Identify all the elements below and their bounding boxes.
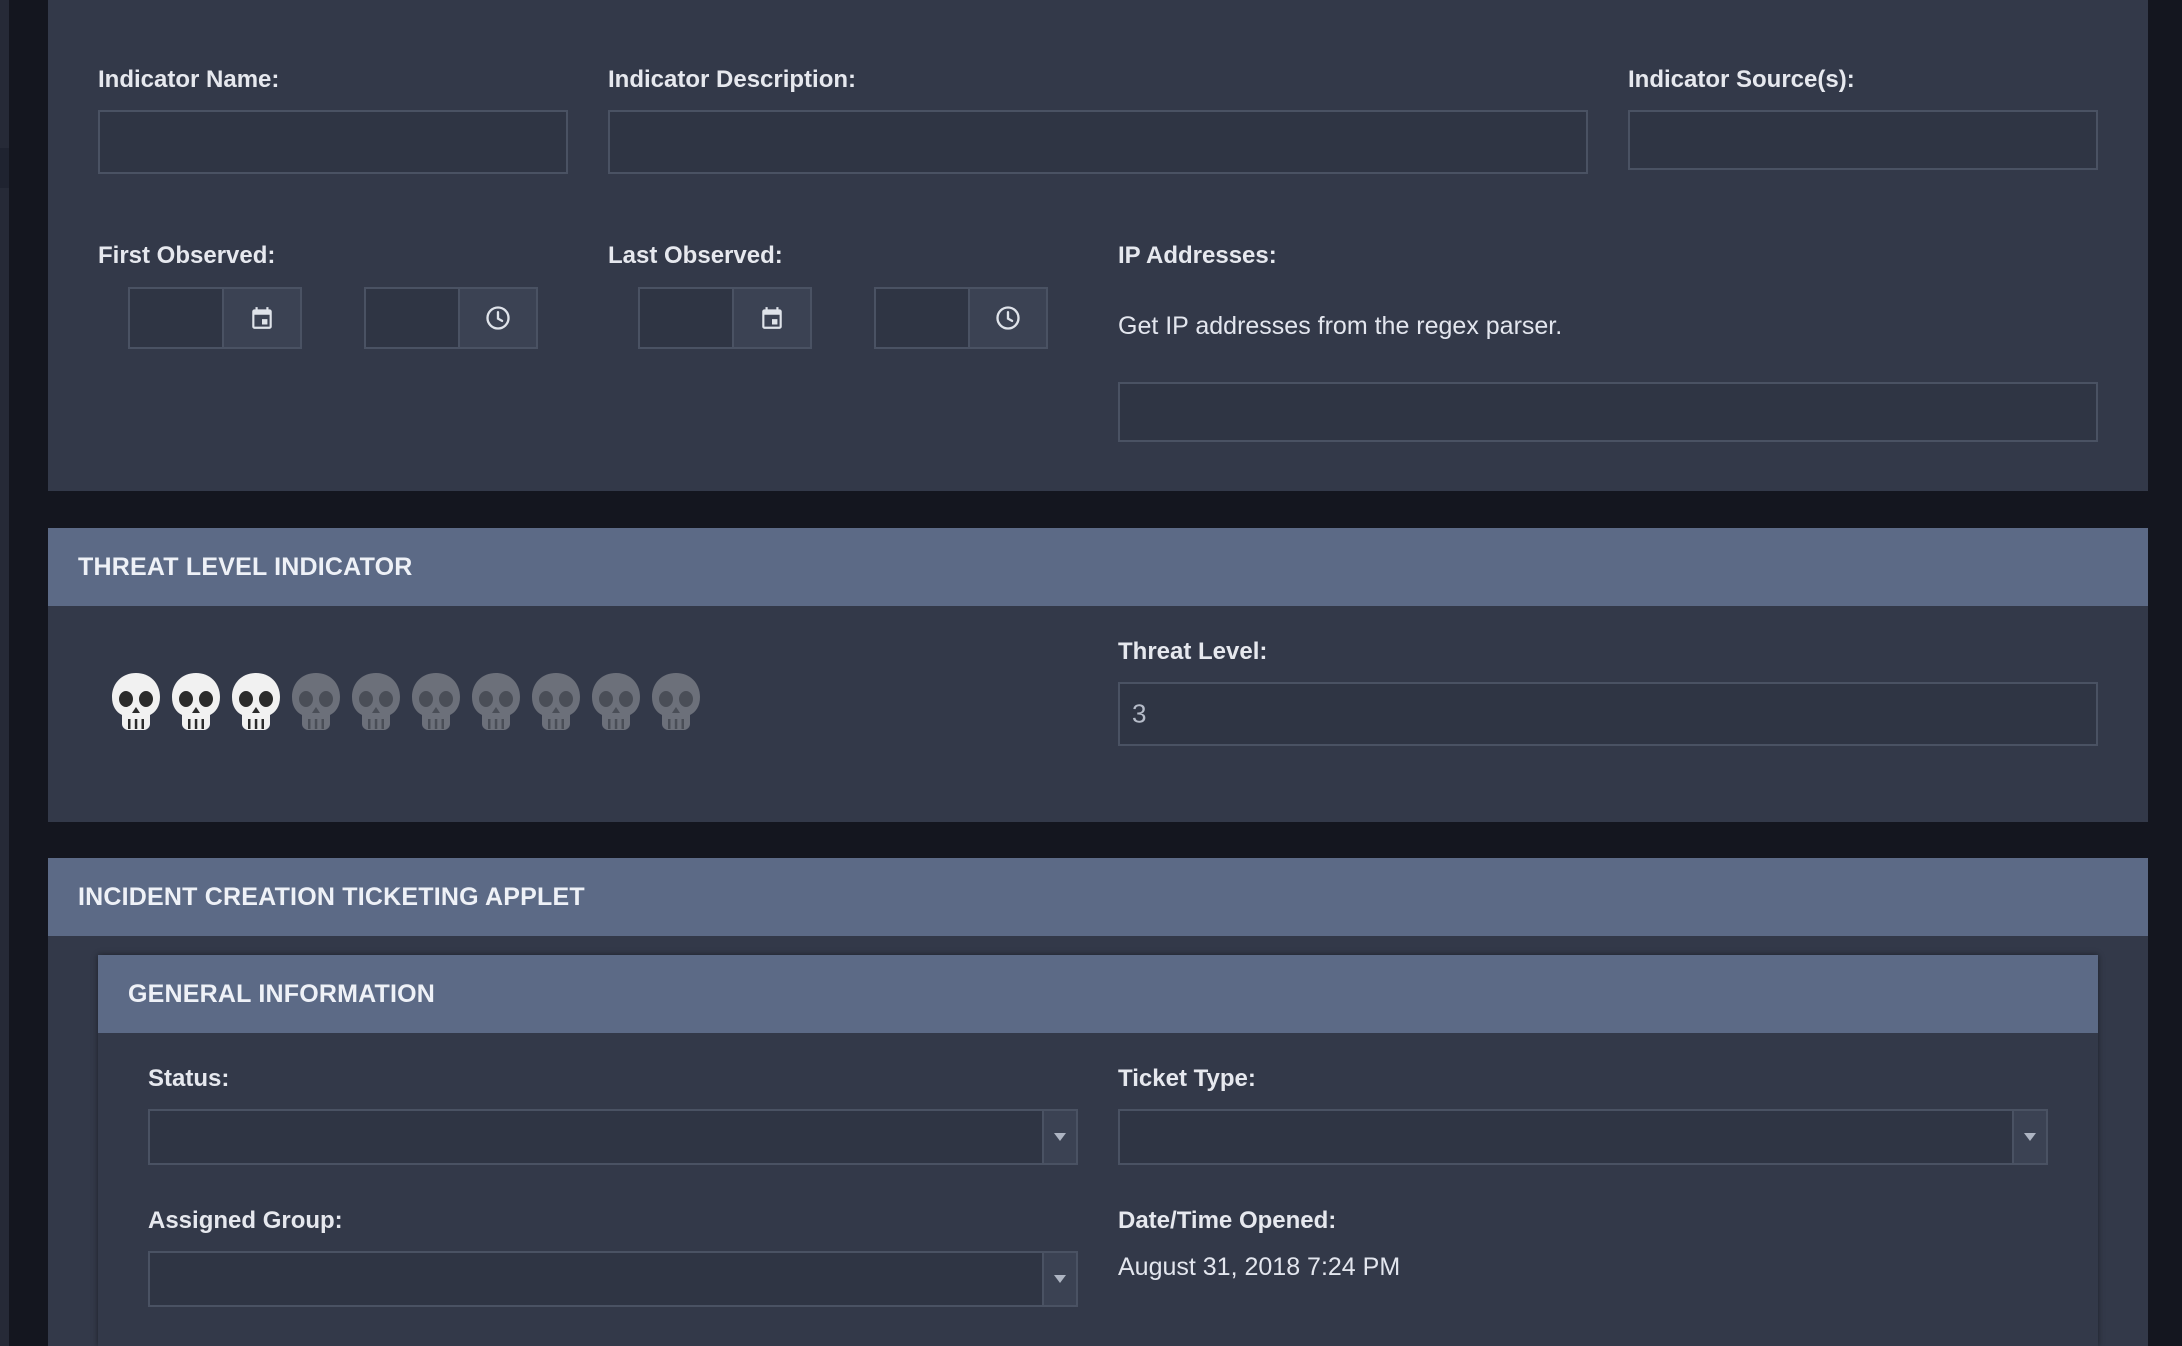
last-observed-date-button[interactable] [734,287,812,349]
skull-icon[interactable] [408,670,464,734]
skull-icon[interactable] [348,670,404,734]
incident-creation-header-title: INCIDENT CREATION TICKETING APPLET [78,882,585,911]
status-label: Status: [148,1065,230,1092]
calendar-icon [252,307,272,329]
threat-level-input[interactable]: 3 [1118,682,2098,746]
incident-creation-header: INCIDENT CREATION TICKETING APPLET [48,858,2148,936]
general-information-header-title: GENERAL INFORMATION [128,979,436,1008]
chevron-down-icon [1054,1275,1066,1283]
last-observed-time-button[interactable] [970,287,1048,349]
status-select[interactable] [148,1109,1078,1165]
clock-icon [486,306,510,330]
indicator-sources-label: Indicator Source(s): [1628,66,1855,93]
calendar-icon [762,307,782,329]
ticket-type-label: Ticket Type: [1118,1065,1256,1092]
first-observed-time-button[interactable] [460,287,538,349]
first-observed-label: First Observed: [98,242,276,269]
chevron-down-icon [2024,1133,2036,1141]
first-observed-time-input[interactable] [364,287,460,349]
indicator-sources-input[interactable] [1628,110,2098,170]
first-observed-date-button[interactable] [224,287,302,349]
threat-level-value: 3 [1132,698,1147,729]
skull-icon[interactable] [468,670,524,734]
status-dropdown-toggle[interactable] [1042,1111,1076,1163]
threat-level-label: Threat Level: [1118,638,1268,665]
threat-level-header: THREAT LEVEL INDICATOR [48,528,2148,606]
ticket-type-dropdown-toggle[interactable] [2012,1111,2046,1163]
threat-level-header-title: THREAT LEVEL INDICATOR [78,552,413,581]
indicator-details-panel: Indicator Name: Indicator Description: I… [48,0,2148,491]
incident-creation-panel: INCIDENT CREATION TICKETING APPLET GENER… [48,858,2148,1346]
indicator-name-input[interactable] [98,110,568,174]
date-time-opened-label: Date/Time Opened: [1118,1207,1337,1234]
threat-level-panel: THREAT LEVEL INDICATOR Threat Level: 3 [48,528,2148,822]
indicator-description-label: Indicator Description: [608,66,857,93]
general-information-panel: GENERAL INFORMATION Status: Ticket Type:… [98,955,2098,1346]
chevron-down-icon [1054,1133,1066,1141]
date-time-opened-value: August 31, 2018 7:24 PM [1118,1253,1401,1281]
ip-addresses-label: IP Addresses: [1118,242,1277,269]
clock-icon [996,306,1020,330]
skull-icon[interactable] [648,670,704,734]
ip-addresses-input[interactable] [1118,382,2098,442]
skull-icon[interactable] [168,670,224,734]
indicator-name-label: Indicator Name: [98,66,280,93]
general-information-header: GENERAL INFORMATION [98,955,2098,1033]
assigned-group-label: Assigned Group: [148,1207,343,1234]
indicator-description-input[interactable] [608,110,1588,174]
skull-icon[interactable] [588,670,644,734]
assigned-group-select[interactable] [148,1251,1078,1307]
first-observed-date-input[interactable] [128,287,224,349]
ticket-type-select[interactable] [1118,1109,2048,1165]
skull-icon[interactable] [108,670,164,734]
last-observed-label: Last Observed: [608,242,783,269]
skull-icon[interactable] [228,670,284,734]
left-window-edge [0,0,9,1346]
threat-rating-skulls[interactable] [108,670,704,734]
skull-icon[interactable] [528,670,584,734]
last-observed-date-input[interactable] [638,287,734,349]
assigned-group-dropdown-toggle[interactable] [1042,1253,1076,1305]
ip-addresses-help-text: Get IP addresses from the regex parser. [1118,312,1563,340]
skull-icon[interactable] [288,670,344,734]
last-observed-time-input[interactable] [874,287,970,349]
